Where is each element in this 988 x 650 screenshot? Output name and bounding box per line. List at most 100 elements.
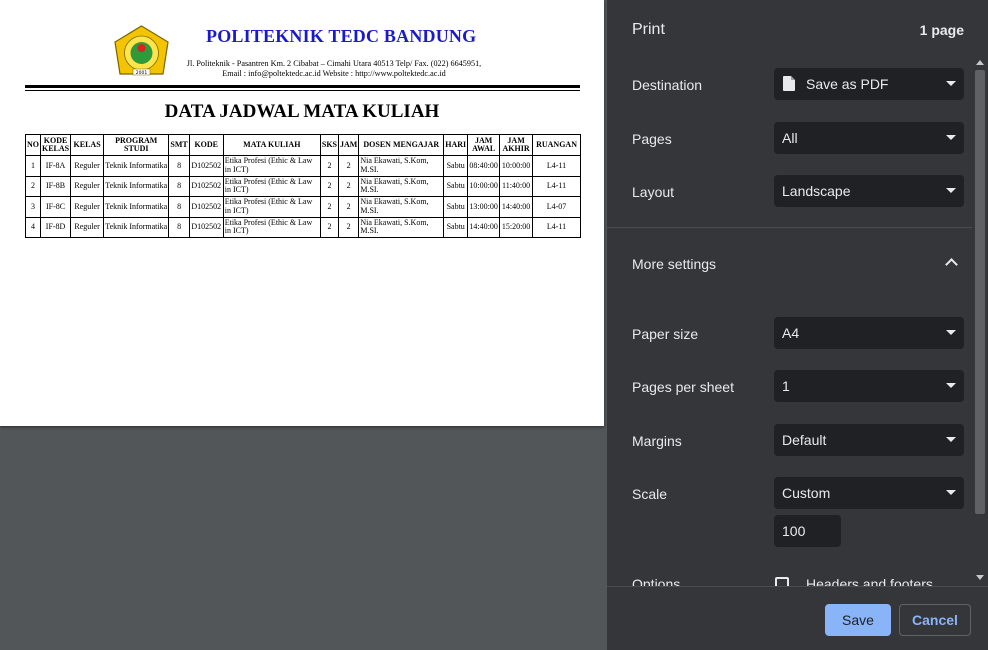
table-cell: Reguler	[70, 216, 105, 238]
column-header: KODE	[188, 134, 224, 156]
destination-select[interactable]: Save as PDF	[774, 68, 964, 100]
column-header: SMT	[168, 134, 190, 156]
table-cell: 13:00:00	[467, 196, 501, 218]
svg-text:2001: 2001	[136, 70, 148, 76]
document-page: 2001 POLITEKNIK TEDC BANDUNG Jl. Politek…	[0, 0, 604, 426]
scale-select[interactable]: Custom	[774, 477, 964, 509]
column-header: KODE KELAS	[39, 134, 72, 156]
layout-select[interactable]: Landscape	[774, 175, 964, 207]
scroll-up-arrow-icon[interactable]	[976, 60, 984, 65]
schedule-table: NO KODE KELAS KELAS PROGRAM STUDI SMT KO…	[25, 134, 581, 238]
scale-input[interactable]: 100	[774, 515, 841, 547]
destination-value: Save as PDF	[806, 76, 889, 92]
margins-select[interactable]: Default	[774, 424, 964, 456]
institution-name: POLITEKNIK TEDC BANDUNG	[206, 26, 477, 46]
print-title: Print	[632, 21, 665, 38]
more-settings-toggle[interactable]: More settings	[607, 244, 972, 284]
scale-value: Custom	[782, 485, 831, 501]
save-button[interactable]: Save	[825, 604, 891, 636]
table-cell: L4-11	[532, 175, 581, 197]
table-cell: 2	[319, 196, 340, 218]
table-cell: 14:40:00	[499, 196, 534, 218]
chevron-up-icon	[945, 258, 958, 271]
table-cell: Nia Ekawati, S.Kom, M.SI.	[358, 216, 445, 238]
pages-label: Pages	[632, 131, 672, 147]
table-cell: D102502	[188, 175, 224, 197]
institution-address: Jl. Politeknik - Pasantren Km. 2 Cibabat…	[150, 59, 518, 79]
table-cell: Nia Ekawati, S.Kom, M.SI.	[358, 155, 445, 177]
dropdown-caret-icon	[946, 188, 956, 193]
table-cell: Sabtu	[443, 196, 469, 218]
table-row: 1 IF-8A Reguler Teknik Informatika 8 D10…	[25, 155, 581, 177]
column-header: SKS	[319, 134, 340, 156]
column-header: NO	[25, 134, 41, 156]
column-header: JAM AKHIR	[499, 134, 534, 156]
address-line: Email : info@poltektedc.ac.id Website : …	[222, 69, 446, 78]
table-cell: Etika Profesi (Ethic & Law in ICT)	[222, 155, 321, 177]
table-cell: D102502	[188, 155, 224, 177]
pages-per-sheet-select[interactable]: 1	[774, 370, 964, 402]
table-header-row: NO KODE KELAS KELAS PROGRAM STUDI SMT KO…	[25, 134, 581, 156]
column-header: JAM	[337, 134, 360, 156]
more-settings-label: More settings	[632, 256, 717, 272]
page-count: 1 page	[919, 22, 964, 38]
table-cell: Teknik Informatika	[103, 175, 170, 197]
table-cell: D102502	[188, 196, 224, 218]
table-cell: 2	[337, 196, 360, 218]
table-cell: 4	[25, 216, 41, 238]
file-icon	[783, 76, 795, 91]
column-header: JAM AWAL	[467, 134, 501, 156]
cancel-button[interactable]: Cancel	[899, 604, 971, 636]
table-cell: 11:40:00	[499, 175, 534, 197]
table-cell: Sabtu	[443, 216, 469, 238]
header-rule	[25, 85, 580, 88]
layout-label: Layout	[632, 184, 675, 200]
settings-scrollbar[interactable]	[972, 56, 988, 586]
dropdown-caret-icon	[946, 135, 956, 140]
scrollbar-thumb[interactable]	[975, 70, 985, 514]
table-cell: Teknik Informatika	[103, 155, 170, 177]
table-cell: 2	[319, 155, 340, 177]
table-cell: 2	[337, 175, 360, 197]
print-preview-area: 2001 POLITEKNIK TEDC BANDUNG Jl. Politek…	[0, 0, 607, 650]
table-cell: 8	[168, 216, 190, 238]
table-cell: 15:20:00	[499, 216, 534, 238]
table-cell: L4-07	[532, 196, 581, 218]
dropdown-caret-icon	[946, 81, 956, 86]
paper-size-select[interactable]: A4	[774, 317, 964, 349]
table-cell: 8	[168, 175, 190, 197]
table-cell: 2	[319, 216, 340, 238]
column-header: PROGRAM STUDI	[103, 134, 170, 156]
headers-footers-checkbox[interactable]	[775, 577, 789, 586]
table-cell: Nia Ekawati, S.Kom, M.SI.	[358, 196, 445, 218]
layout-value: Landscape	[782, 183, 851, 199]
table-cell: Reguler	[70, 196, 105, 218]
table-cell: IF-8C	[39, 196, 72, 218]
header-rule	[25, 90, 580, 91]
table-cell: 08:40:00	[467, 155, 501, 177]
settings-list[interactable]: Destination Save as PDF Pages All Layout…	[607, 58, 988, 586]
table-row: 2 IF-8B Reguler Teknik Informatika 8 D10…	[25, 175, 581, 197]
table-cell: Etika Profesi (Ethic & Law in ICT)	[222, 196, 321, 218]
print-settings-panel: Print 1 page Destination Save as PDF Pag…	[607, 0, 988, 650]
document-title: DATA JADWAL MATA KULIAH	[164, 101, 440, 122]
dropdown-caret-icon	[946, 437, 956, 442]
table-cell: Etika Profesi (Ethic & Law in ICT)	[222, 175, 321, 197]
headers-footers-label[interactable]: Headers and footers	[806, 576, 933, 586]
options-label: Options	[632, 576, 681, 586]
table-cell: 10:00:00	[499, 155, 534, 177]
table-cell: Reguler	[70, 175, 105, 197]
margins-label: Margins	[632, 433, 682, 449]
pages-select[interactable]: All	[774, 122, 964, 154]
table-row: 4 IF-8D Reguler Teknik Informatika 8 D10…	[25, 216, 581, 238]
table-cell: 2	[25, 175, 41, 197]
table-cell: IF-8D	[39, 216, 72, 238]
table-cell: 10:00:00	[467, 175, 501, 197]
table-cell: 2	[337, 155, 360, 177]
table-cell: 1	[25, 155, 41, 177]
print-panel-header: Print 1 page	[607, 0, 988, 58]
scroll-down-arrow-icon[interactable]	[976, 575, 984, 580]
pages-per-sheet-label: Pages per sheet	[632, 379, 734, 395]
settings-divider	[607, 227, 972, 228]
pages-value: All	[782, 130, 798, 146]
